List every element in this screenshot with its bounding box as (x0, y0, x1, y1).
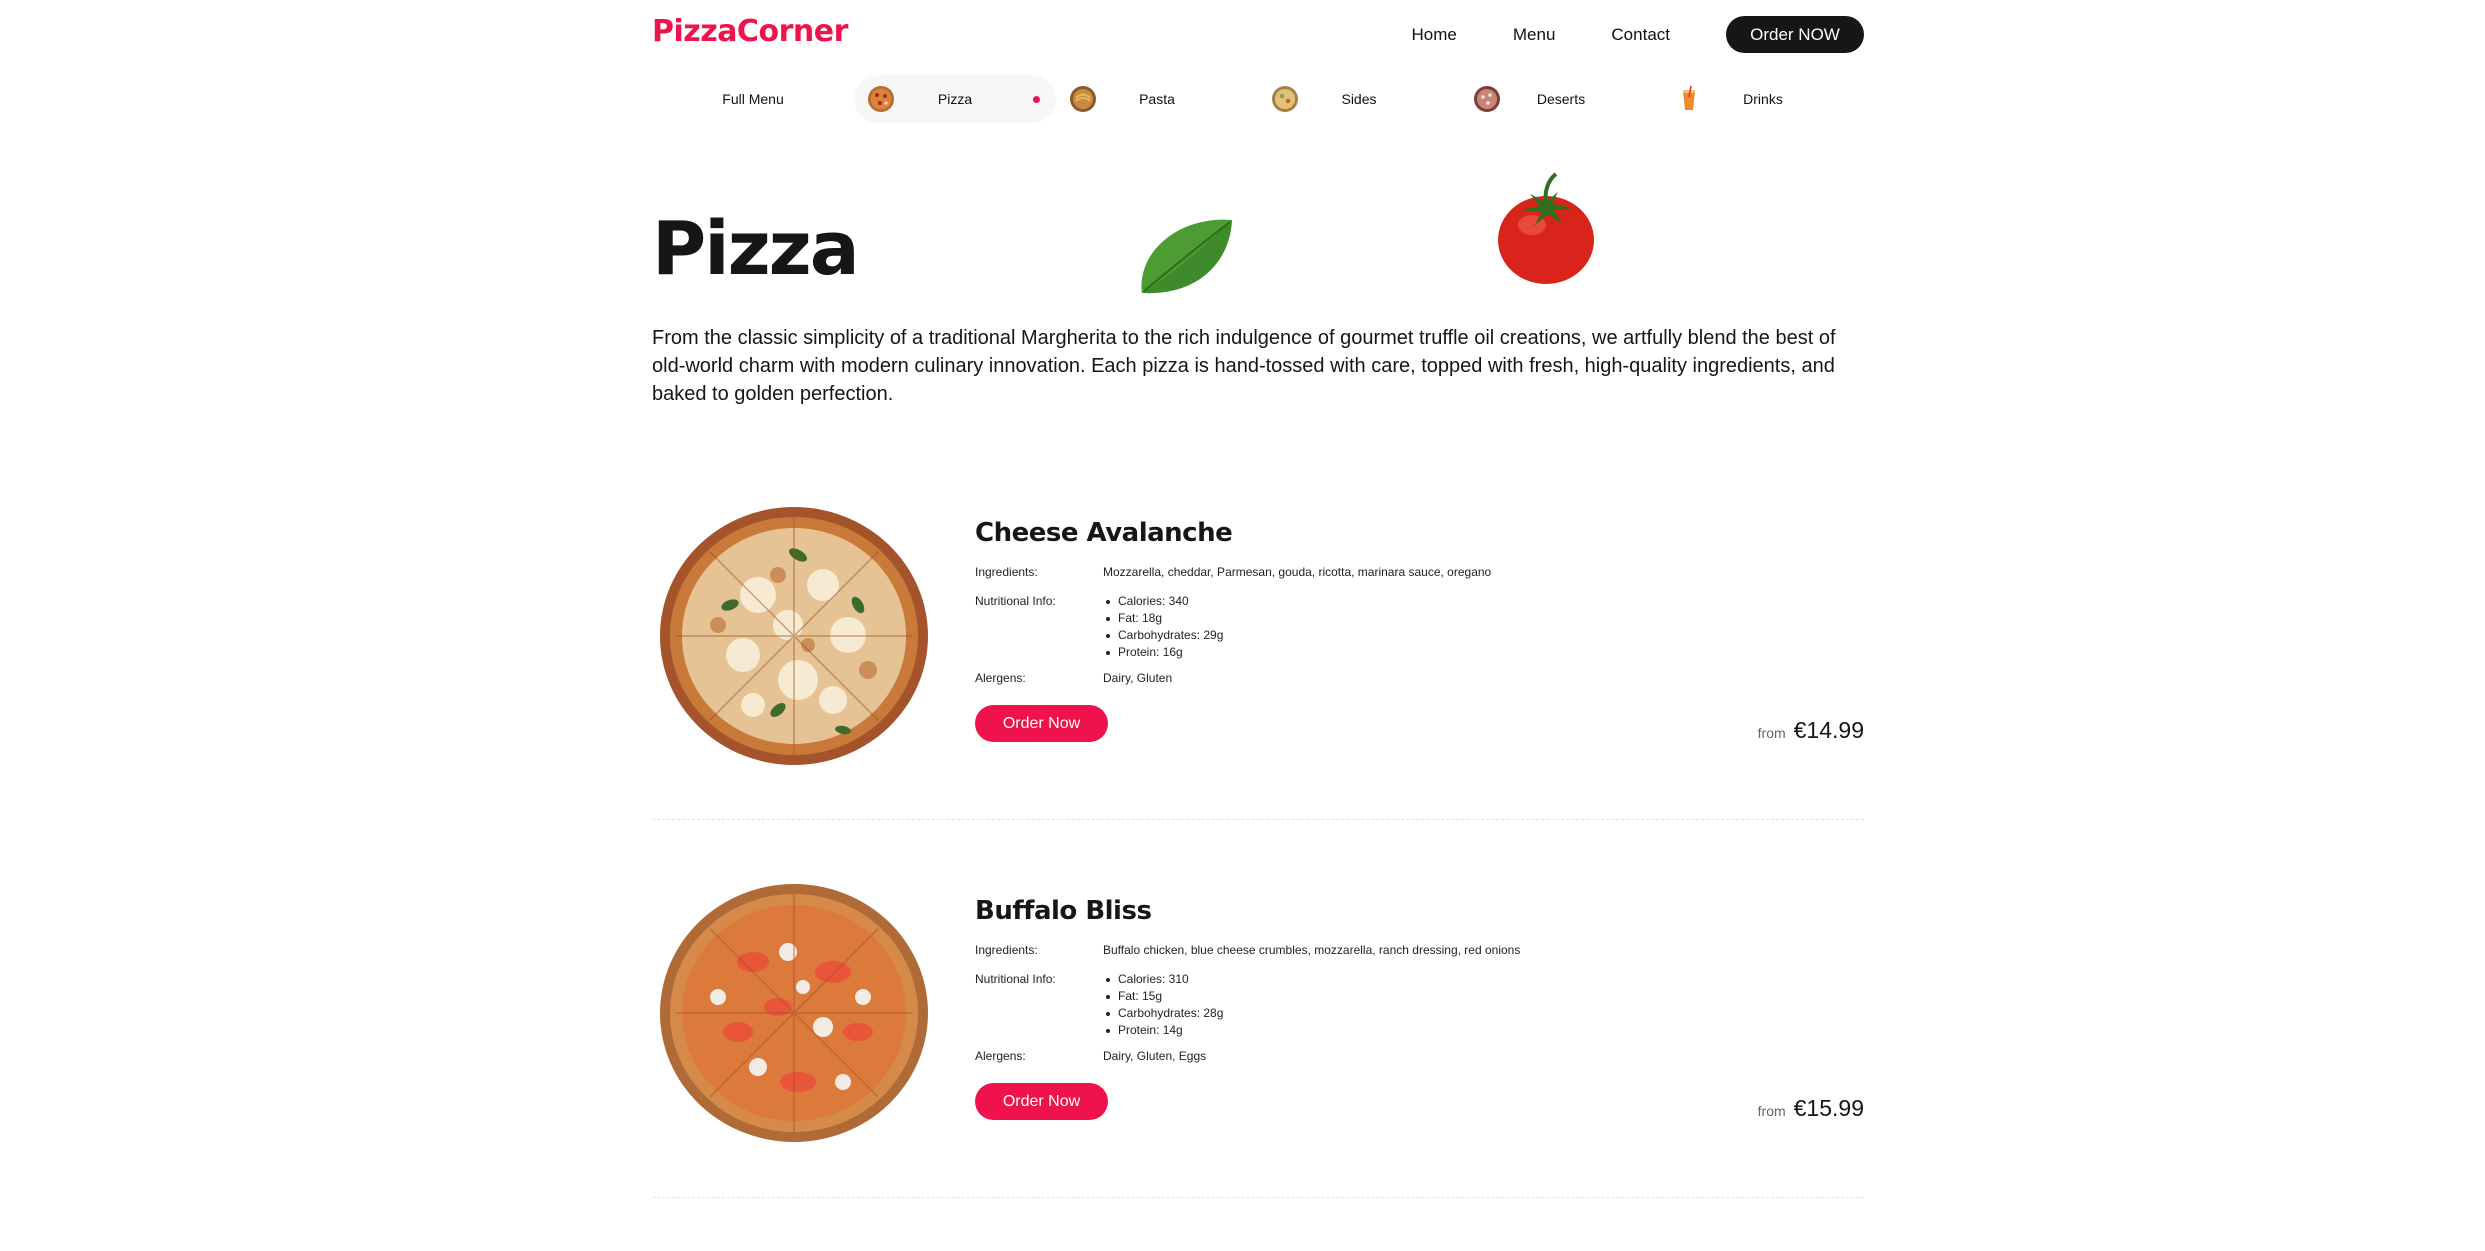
item-divider (652, 1197, 1864, 1198)
category-deserts[interactable]: Deserts (1460, 75, 1662, 123)
nutrition-item: Calories: 340 (1103, 593, 1223, 610)
order-now-button[interactable]: Order Now (975, 1083, 1108, 1120)
category-drinks[interactable]: Drinks (1662, 75, 1864, 123)
price-from-label: from (1757, 725, 1786, 741)
pizza-image (660, 884, 928, 1142)
allergens-label: Alergens: (975, 671, 1026, 685)
item-name: Buffalo Bliss (975, 896, 1152, 926)
ingredients-label: Ingredients: (975, 943, 1038, 957)
site-header: PizzaCorner Home Menu Contact Order NOW (652, 0, 1864, 68)
ingredients-value: Buffalo chicken, blue cheese crumbles, m… (1103, 943, 1521, 957)
menu-item: Cheese Avalanche Ingredients: Mozzarella… (652, 442, 1864, 822)
item-name: Cheese Avalanche (975, 518, 1233, 548)
nutrition-item: Fat: 18g (1103, 610, 1223, 627)
nutrition-list: Calories: 310 Fat: 15g Carbohydrates: 28… (1103, 971, 1223, 1039)
category-bar: Full Menu Pizza Pasta Sides Deserts Drin… (652, 75, 1864, 123)
category-label: Deserts (1536, 91, 1586, 107)
menu-item: Buffalo Bliss Ingredients: Buffalo chick… (652, 820, 1864, 1200)
main-nav: Home Menu Contact Order NOW (1412, 16, 1864, 53)
ingredients-label: Ingredients: (975, 565, 1038, 579)
nutrition-item: Calories: 310 (1103, 971, 1223, 988)
nutrition-label: Nutritional Info: (975, 594, 1056, 608)
price-from-label: from (1757, 1103, 1786, 1119)
category-label: Drinks (1743, 91, 1783, 107)
intro-paragraph: From the classic simplicity of a traditi… (652, 327, 1836, 405)
category-label: Pasta (1139, 91, 1175, 107)
nav-contact-link[interactable]: Contact (1611, 25, 1670, 45)
allergens-label: Alergens: (975, 1049, 1026, 1063)
ingredients-value: Mozzarella, cheddar, Parmesan, gouda, ri… (1103, 565, 1492, 579)
pizza-icon (868, 86, 894, 112)
nutrition-item: Protein: 16g (1103, 644, 1223, 661)
nav-menu-link[interactable]: Menu (1513, 25, 1556, 45)
pasta-icon (1070, 86, 1096, 112)
nutrition-item: Carbohydrates: 29g (1103, 627, 1223, 644)
nutrition-item: Protein: 14g (1103, 1022, 1223, 1039)
price-amount: €14.99 (1793, 717, 1864, 743)
logo[interactable]: PizzaCorner (652, 14, 848, 49)
category-full-menu[interactable]: Full Menu (652, 75, 854, 123)
nutrition-label: Nutritional Info: (975, 972, 1056, 986)
category-pizza[interactable]: Pizza (854, 75, 1056, 123)
category-label: Pizza (937, 91, 973, 107)
order-now-button[interactable]: Order Now (975, 705, 1108, 742)
allergens-value: Dairy, Gluten (1103, 671, 1173, 685)
sides-icon (1272, 86, 1298, 112)
nav-home-link[interactable]: Home (1412, 25, 1457, 45)
nutrition-item: Carbohydrates: 28g (1103, 1005, 1223, 1022)
basil-leaf-image (1141, 219, 1232, 294)
drink-icon (1683, 85, 1695, 110)
nutrition-list: Calories: 340 Fat: 18g Carbohydrates: 29… (1103, 593, 1223, 661)
price: from €15.99 (1758, 1095, 1864, 1122)
category-pasta[interactable]: Pasta (1056, 75, 1258, 123)
price: from €14.99 (1758, 717, 1864, 744)
category-label: Full Menu (722, 91, 784, 107)
category-label: Sides (1341, 91, 1377, 107)
order-now-header-button[interactable]: Order NOW (1726, 16, 1864, 53)
price-amount: €15.99 (1793, 1095, 1864, 1121)
page-title: Pizza (652, 206, 860, 292)
tomato-image (1498, 172, 1594, 284)
nutrition-item: Fat: 15g (1103, 988, 1223, 1005)
category-sides[interactable]: Sides (1258, 75, 1460, 123)
pizza-image (660, 507, 928, 765)
active-indicator-dot (1033, 96, 1040, 103)
allergens-value: Dairy, Gluten, Eggs (1103, 1049, 1207, 1063)
dessert-icon (1474, 86, 1500, 112)
